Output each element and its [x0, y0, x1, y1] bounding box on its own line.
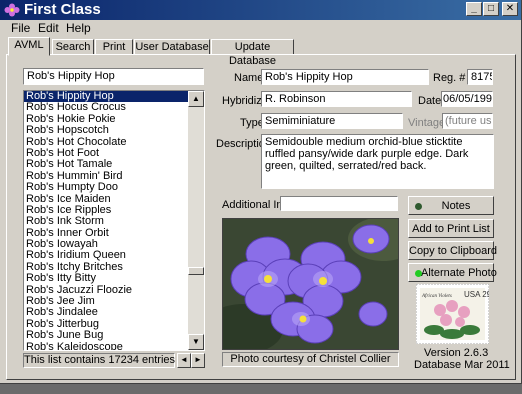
violet-illustration: [223, 219, 398, 349]
alternate-photo-indicator-icon: [415, 270, 422, 277]
vintage-field: (future use): [442, 113, 493, 129]
menu-edit[interactable]: Edit: [38, 21, 59, 35]
notes-label: Notes: [441, 200, 471, 212]
name-label: Name: [234, 72, 264, 84]
close-button[interactable]: ✕: [502, 2, 518, 16]
minimize-button[interactable]: _: [466, 2, 482, 16]
tab-user-database[interactable]: User Database: [134, 39, 210, 55]
date-field[interactable]: 06/05/1995: [441, 91, 493, 107]
menu-bar: File Edit Help: [0, 20, 521, 36]
tab-search[interactable]: Search: [52, 39, 94, 55]
maximize-button[interactable]: □: [483, 2, 499, 16]
cultivar-list[interactable]: Rob's Hippity Hop Rob's Hocus Crocus Rob's…: [23, 90, 205, 351]
notes-button[interactable]: Notes: [408, 196, 494, 215]
scroll-down-button[interactable]: ▼: [188, 334, 204, 350]
tab-avml[interactable]: AVML: [8, 37, 50, 56]
version-text: Version 2.6.3: [424, 347, 489, 359]
alternate-photo-button[interactable]: Alternate Photo: [408, 263, 497, 282]
menu-file[interactable]: File: [11, 21, 30, 35]
tab-update-database[interactable]: Update Database: [211, 39, 294, 67]
date-label: Date: [418, 95, 442, 107]
menu-help[interactable]: Help: [66, 21, 91, 35]
name-field[interactable]: Rob's Hippity Hop: [261, 69, 429, 85]
list-item[interactable]: Rob's Kaleidoscope: [24, 341, 189, 350]
flower-icon: [4, 3, 20, 17]
photo-caption: Photo courtesy of Christel Collier: [222, 352, 399, 367]
vintage-label: Vintage: [408, 117, 446, 129]
scroll-up-button[interactable]: ▲: [188, 91, 204, 107]
notes-indicator-icon: [415, 203, 422, 210]
stamp-value: USA 29: [464, 290, 489, 299]
list-items: Rob's Hippity Hop Rob's Hocus Crocus Rob's…: [24, 91, 189, 350]
search-input[interactable]: Rob's Hippity Hop: [23, 68, 204, 85]
list-item[interactable]: Rob's Ink Storm: [24, 216, 189, 227]
database-text: Database Mar 2011: [414, 359, 510, 371]
violet-photo: [222, 218, 399, 350]
title-bar[interactable]: First Class _ □ ✕: [0, 0, 521, 20]
prev-button[interactable]: ◄: [177, 353, 191, 368]
tab-print[interactable]: Print: [95, 39, 133, 55]
type-field[interactable]: Semiminiature: [261, 113, 403, 129]
list-scrollbar[interactable]: ▲ ▼: [188, 91, 204, 350]
copy-to-clipboard-button[interactable]: Copy to Clipboard: [408, 241, 497, 260]
next-button[interactable]: ►: [191, 353, 205, 368]
reg-label: Reg. #: [433, 72, 466, 84]
window-title: First Class: [24, 1, 101, 18]
postage-stamp-logo: African Violets USA 29: [415, 283, 492, 345]
stamp-text: African Violets: [421, 294, 452, 299]
list-item[interactable]: Rob's Hopscotch: [24, 124, 189, 136]
list-item[interactable]: Rob's Humpty Doo: [24, 181, 189, 193]
list-item[interactable]: Rob's June Bug: [24, 330, 189, 341]
additional-info-field[interactable]: [280, 196, 398, 211]
scroll-thumb[interactable]: [188, 267, 204, 275]
alternate-photo-label: Alternate Photo: [421, 267, 497, 279]
hybridizer-field[interactable]: R. Robinson: [261, 91, 412, 107]
description-field[interactable]: Semidouble medium orchid-blue sticktite …: [261, 134, 494, 189]
list-item[interactable]: Rob's Itty Bitty: [24, 273, 189, 284]
reg-field[interactable]: 8175: [467, 69, 493, 85]
list-count: This list contains 17234 entries: [23, 353, 176, 368]
app-window: First Class _ □ ✕ File Edit Help AVML Se…: [0, 0, 522, 384]
add-to-print-list-button[interactable]: Add to Print List: [408, 219, 494, 238]
